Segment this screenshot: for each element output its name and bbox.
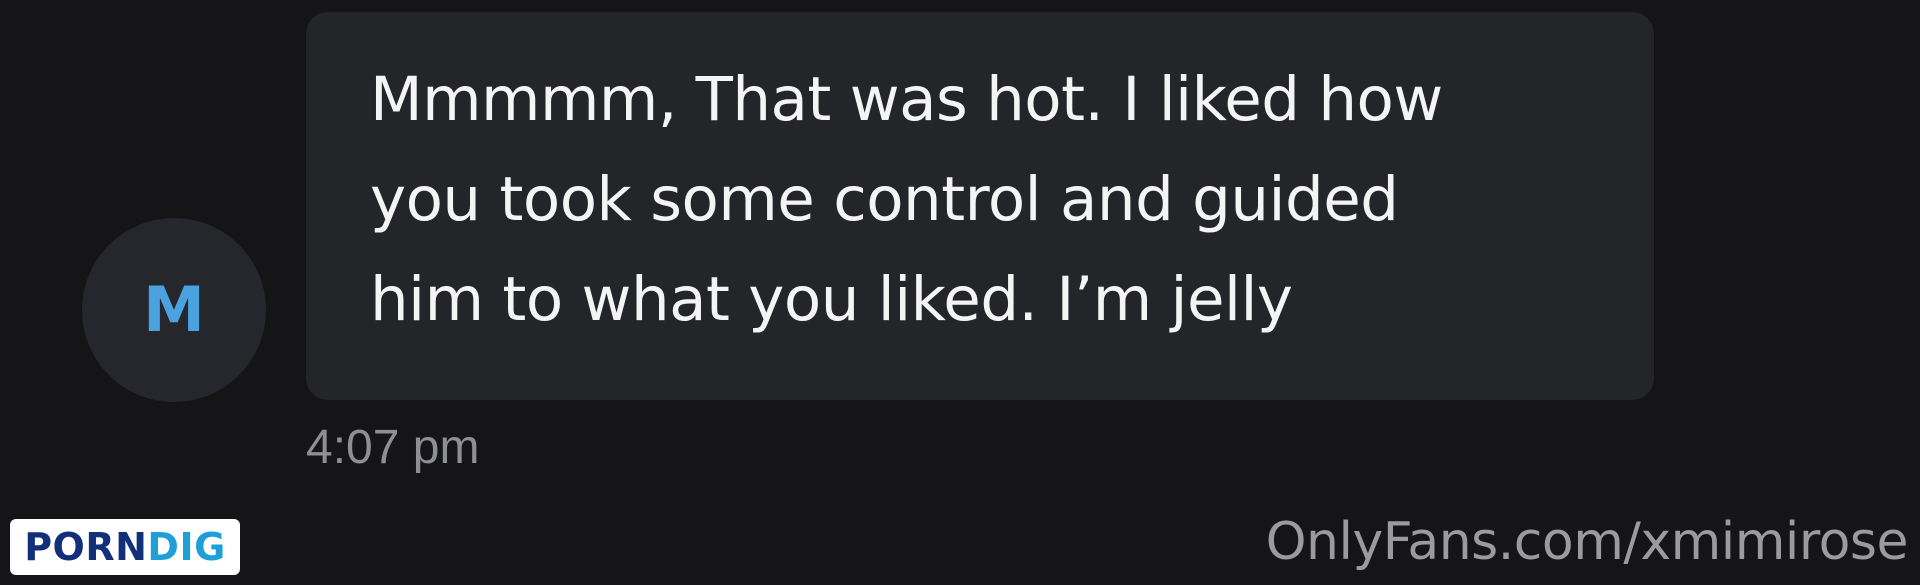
message-bubble[interactable]: Mmmmm, That was hot. I liked how you too… — [306, 12, 1654, 400]
brand-logo: PORN DIG — [10, 519, 240, 575]
message-timestamp: 4:07 pm — [306, 421, 480, 474]
chat-screen: M Mmmmm, That was hot. I liked how you t… — [0, 0, 1920, 585]
brand-logo-part-a: PORN — [24, 525, 148, 569]
brand-logo-part-b: DIG — [147, 525, 226, 569]
avatar[interactable]: M — [82, 218, 266, 402]
watermark-text: OnlyFans.com/xmimirose — [1265, 512, 1909, 572]
message-text: Mmmmm, That was hot. I liked how you too… — [370, 64, 1443, 335]
avatar-initial: M — [143, 273, 205, 346]
